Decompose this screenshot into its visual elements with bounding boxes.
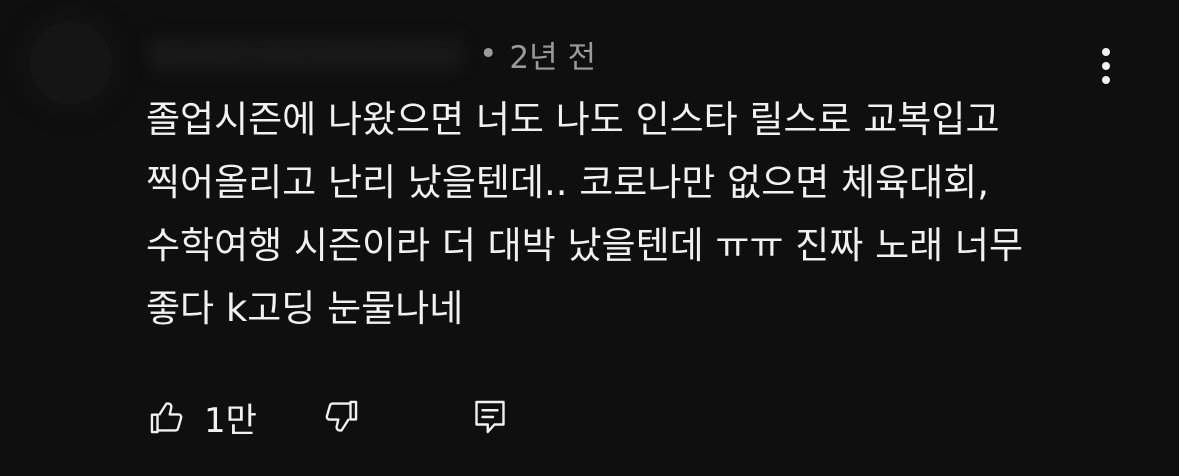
comment-actions: 1만 <box>146 393 510 441</box>
reply-button[interactable] <box>470 394 510 440</box>
comment-icon <box>475 400 505 434</box>
like-count: 1만 <box>204 400 257 441</box>
author-handle[interactable]: @user-w53mz2m4x <box>146 36 466 72</box>
comment-header: @user-w53mz2m4x • 2년 전 <box>146 32 596 76</box>
comment-timestamp[interactable]: 2년 전 <box>509 32 596 77</box>
comment-text: 졸업시즌에 나왔으면 너도 나도 인스타 릴스로 교복입고 찍어올리고 난리 났… <box>146 98 1024 330</box>
more-vert-icon <box>1102 48 1110 84</box>
meta-separator: • <box>479 36 498 72</box>
more-options-button[interactable] <box>1086 42 1126 90</box>
dislike-button[interactable] <box>320 394 362 440</box>
comment-item: @user-w53mz2m4x • 2년 전 졸업시즌에 나왔으면 너도 나도 … <box>0 0 1179 476</box>
thumb-down-icon <box>325 400 358 432</box>
like-button[interactable] <box>146 394 188 440</box>
thumb-up-icon <box>150 402 183 434</box>
avatar[interactable] <box>30 22 112 104</box>
